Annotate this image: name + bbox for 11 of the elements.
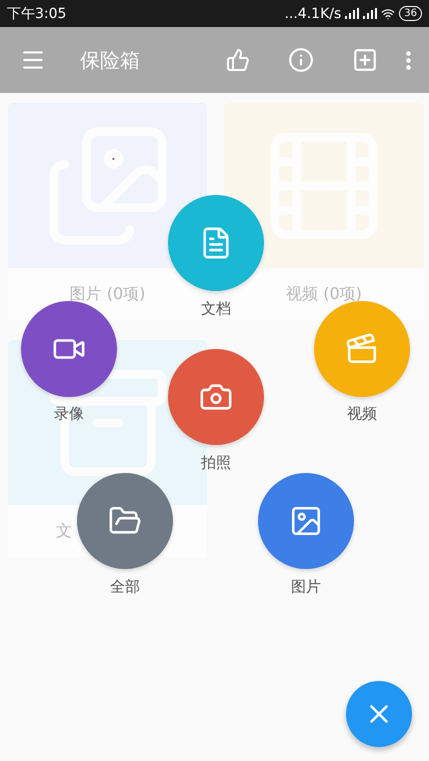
card-label: 视频 (0项) xyxy=(286,283,362,305)
app-title: 保险箱 xyxy=(80,46,141,74)
menu-action-label: 视频 xyxy=(347,404,377,424)
card-label: 文 xyxy=(56,520,72,542)
menu-action-label: 全部 xyxy=(110,578,140,596)
card-label: 图片 (0项) xyxy=(70,283,146,305)
menu-action-label: 图片 xyxy=(291,578,321,596)
status-time: 下午3:05 xyxy=(7,4,66,22)
network-speed: ...4.1K/s xyxy=(284,6,342,22)
menu-action-label: 录像 xyxy=(54,404,84,424)
battery-icon: 36 xyxy=(399,6,422,21)
